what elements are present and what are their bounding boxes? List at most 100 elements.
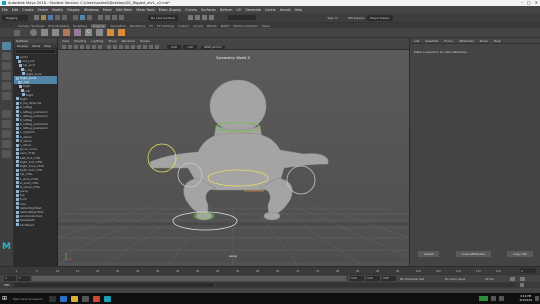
menu-edit-mesh[interactable]: Edit Mesh	[116, 8, 133, 12]
render-settings-icon[interactable]	[187, 15, 193, 20]
shelf-tab-fx-caching[interactable]: FX Caching	[157, 24, 174, 28]
graph-editor-icon[interactable]	[2, 140, 11, 148]
select-tool-icon[interactable]	[2, 42, 11, 50]
snap-curve-icon[interactable]	[105, 15, 110, 20]
lattice-icon[interactable]	[96, 29, 103, 36]
hypershade-icon[interactable]	[208, 15, 214, 20]
input-field[interactable]	[227, 15, 256, 20]
attr-tab-attributes[interactable]: Attributes	[459, 39, 474, 43]
taskbar-search-field[interactable]: Type here to search	[13, 297, 43, 301]
shelf-tab-custom[interactable]: Custom	[178, 24, 190, 28]
range-inner-end-field[interactable]: 120	[350, 276, 364, 281]
network-icon[interactable]	[491, 296, 496, 301]
maya-taskbar-icon[interactable]	[103, 295, 111, 302]
edge-icon[interactable]	[59, 295, 67, 302]
select-component-icon[interactable]	[87, 15, 92, 20]
select-object-icon[interactable]	[80, 15, 85, 20]
attr-tab-focus[interactable]: Focus	[444, 39, 453, 43]
menu-arnold[interactable]: Arnold	[280, 8, 291, 12]
bind-skin-icon[interactable]	[63, 29, 70, 36]
shelf-tab-bifrost[interactable]: Bifrost	[207, 24, 217, 28]
menu-edit[interactable]: Edit	[12, 8, 19, 12]
chrome-icon[interactable]	[92, 295, 100, 302]
menu-mesh-display[interactable]: Mesh Display	[159, 8, 182, 12]
outliner-item[interactable]: bindPose1	[14, 223, 57, 227]
menu-generate[interactable]: Generate	[245, 8, 261, 12]
viewport[interactable]: Symmetry: World X persp	[58, 50, 409, 266]
fps-dropdown[interactable]: 24 fps	[485, 277, 494, 281]
viewport-menu-view[interactable]: View	[62, 39, 69, 43]
joint-tool-icon[interactable]	[30, 29, 37, 36]
menu-set-dropdown[interactable]: Rigging	[2, 14, 28, 21]
attr-tab-selected[interactable]: Selected	[425, 39, 438, 43]
single-perspective-icon[interactable]	[2, 110, 11, 118]
menu-modify[interactable]: Modify	[52, 8, 63, 12]
shelf-tab-arnold[interactable]: Arnold	[193, 24, 203, 28]
menu-deform[interactable]: Deform	[220, 8, 233, 12]
auto-key-icon[interactable]	[510, 276, 515, 281]
menu-display[interactable]: Display	[67, 8, 80, 12]
shelf-tab-animation[interactable]: Animation	[110, 24, 125, 28]
gamma-field[interactable]: 1.00	[183, 45, 197, 49]
script-editor-icon[interactable]	[520, 283, 525, 287]
command-input[interactable]	[14, 283, 215, 287]
viewport-menu-show[interactable]: Show	[108, 39, 116, 43]
xray-joints-icon[interactable]	[149, 45, 153, 49]
shelf-tab-mash[interactable]: MASH	[221, 24, 230, 28]
time-slider[interactable]: 1 5 10 15 20 25 30 35 40 45 50 55 60 65 70 75 80 85 90 95 10…	[0, 266, 540, 274]
windows-start-icon[interactable]: ⊞	[2, 295, 7, 302]
xray-icon[interactable]	[143, 45, 147, 49]
undo-icon[interactable]	[55, 15, 60, 20]
grid-toggle-icon[interactable]	[86, 45, 90, 49]
film-gate-icon[interactable]	[92, 45, 96, 49]
select-button[interactable]: Select	[418, 251, 440, 257]
snap-grid-icon[interactable]	[98, 15, 103, 20]
new-scene-icon[interactable]	[34, 15, 39, 20]
menu-uv[interactable]: UV	[236, 8, 241, 12]
prefs-icon[interactable]	[520, 276, 525, 281]
four-view-icon[interactable]	[2, 120, 11, 128]
viewport-menu-shading[interactable]: Shading	[74, 39, 86, 43]
ik-spline-icon[interactable]	[52, 29, 59, 36]
file-explorer-icon[interactable]	[70, 295, 78, 302]
anim-layer-dropdown[interactable]: No Anim Layer	[445, 277, 466, 281]
shelf-tab-motion-graphics[interactable]: Motion Graphics	[233, 24, 257, 28]
current-frame-field[interactable]: 1	[520, 268, 536, 273]
outliner-menu-help[interactable]: Help	[44, 44, 51, 48]
camera-attributes-icon[interactable]	[68, 45, 72, 49]
smooth-shade-icon[interactable]	[113, 45, 117, 49]
workspace-dropdown[interactable]: Maya Classic	[367, 14, 393, 21]
shelf-tab-fx[interactable]: FX	[149, 24, 153, 28]
ipr-render-icon[interactable]	[201, 15, 207, 20]
copy-tab-button[interactable]: Copy Tab	[507, 251, 533, 257]
viewport-menu-lighting[interactable]: Lighting	[91, 39, 103, 43]
snap-view-icon[interactable]	[119, 15, 124, 20]
load-attributes-button[interactable]: Load Attributes	[455, 251, 491, 257]
ambient-occlusion-icon[interactable]	[137, 45, 141, 49]
menu-select[interactable]: Select	[38, 8, 48, 12]
character-set-dropdown[interactable]: No Character Set	[400, 277, 424, 281]
menu-file[interactable]: File	[2, 8, 8, 12]
volume-icon[interactable]	[499, 296, 504, 301]
outliner-menu-show[interactable]: Show	[32, 44, 40, 48]
range-end2-field[interactable]: 200	[382, 276, 396, 281]
menu-surfaces[interactable]: Surfaces	[201, 8, 216, 12]
store-icon[interactable]	[81, 295, 89, 302]
attr-tab-list[interactable]: List	[414, 39, 419, 43]
shelf-tab-sculpting[interactable]: Sculpting	[73, 24, 87, 28]
menu-windows[interactable]: Windows	[84, 8, 99, 12]
range-end-field[interactable]: 120	[366, 276, 380, 281]
attr-tab-help[interactable]: Help	[494, 39, 501, 43]
task-view-icon[interactable]	[48, 295, 56, 302]
menu-curves[interactable]: Curves	[185, 8, 197, 12]
menu-mesh-tools[interactable]: Mesh Tools	[136, 8, 154, 12]
tray-app-icon[interactable]	[479, 296, 488, 301]
shadows-icon[interactable]	[131, 45, 135, 49]
menu-help[interactable]: Help	[295, 8, 303, 12]
close-button[interactable]: ✕	[535, 0, 538, 5]
rotate-tool-icon[interactable]	[2, 82, 11, 90]
open-scene-icon[interactable]	[41, 15, 46, 20]
textured-icon[interactable]	[119, 45, 123, 49]
shelf-tab-poly[interactable]: Poly Modeling	[48, 24, 69, 28]
layout-icon[interactable]	[2, 150, 11, 158]
